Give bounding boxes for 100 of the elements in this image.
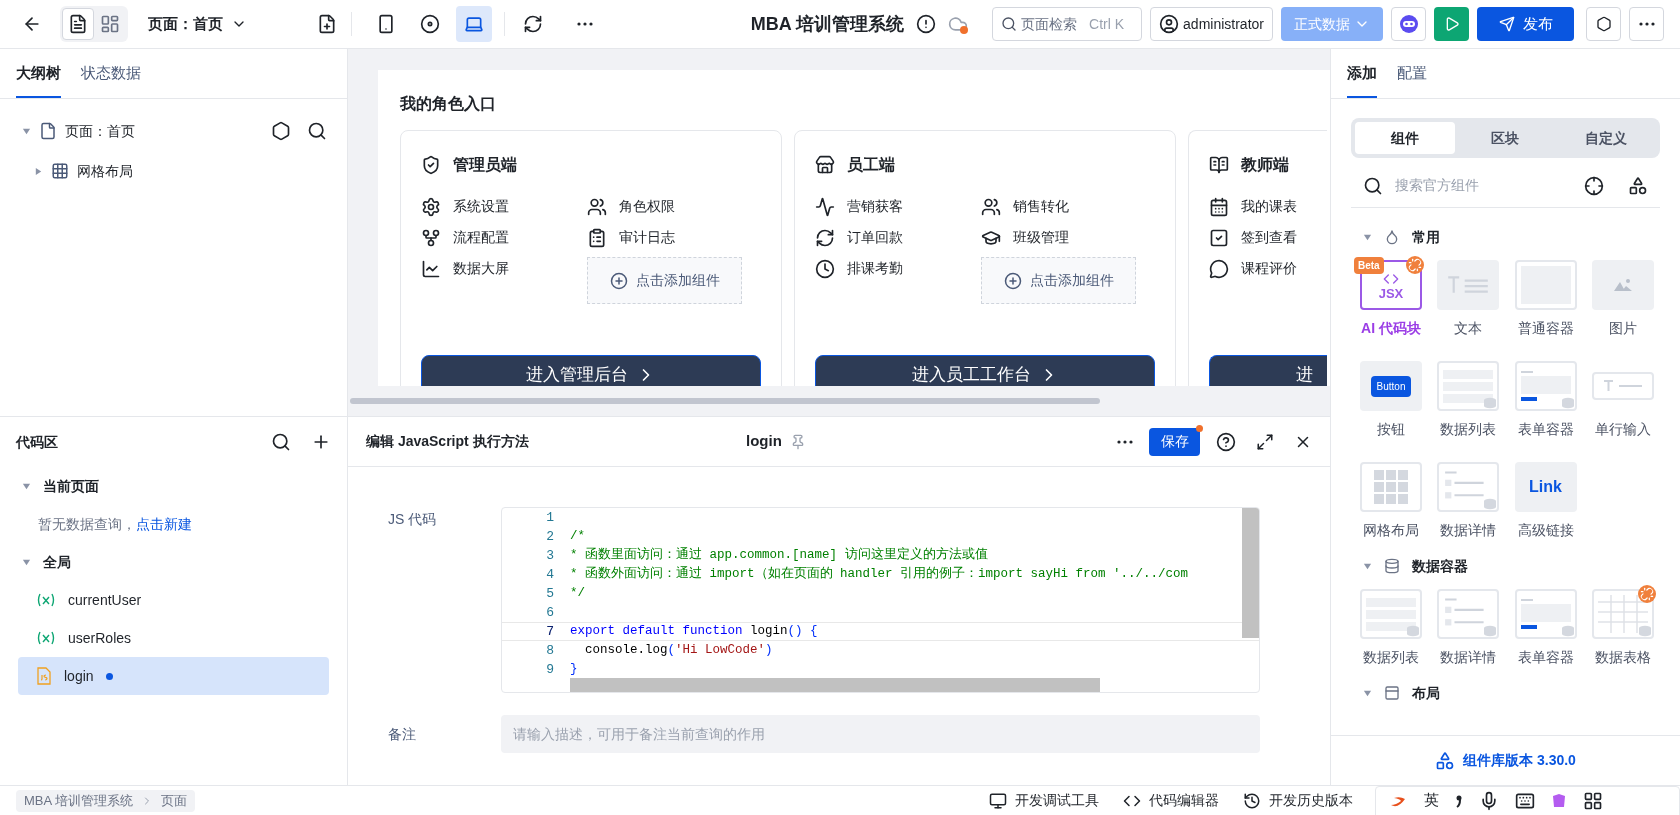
component-label[interactable]: 数据列表	[1363, 647, 1419, 668]
card-title: 员工端	[847, 155, 895, 175]
caret-down-icon[interactable]	[1363, 232, 1372, 242]
add-component-slot[interactable]: 点击添加组件	[587, 257, 742, 304]
more-icon[interactable]	[1117, 439, 1133, 444]
panel-tab[interactable]: 状态数据	[81, 61, 141, 98]
code-list-item[interactable]: currentUser	[18, 581, 329, 619]
expand-icon[interactable]	[1256, 432, 1274, 451]
search-icon[interactable]	[271, 432, 291, 452]
variable-icon	[36, 631, 56, 645]
component-label[interactable]: 表单容器	[1517, 647, 1574, 668]
shortcut-hint: Ctrl K	[1089, 14, 1125, 34]
code-editor[interactable]: 1 2 /* 3 * 函数里面访问：通过 app.common.[name] 访问这里定义的方法或值 4 * 函数外面访问：通过 import（如在页面的 handler 引用的例子：import sayHi from '../../com 5 */ 6 7 export default function login() { 8 console.log('Hi LowCode') 9 }	[501, 507, 1260, 693]
component-label[interactable]: 数据列表	[1440, 419, 1497, 440]
entry-link[interactable]: 角色权限	[619, 196, 675, 217]
component-label[interactable]: 文本	[1454, 318, 1483, 339]
component-label[interactable]: 高级链接	[1517, 520, 1574, 541]
caret-down-icon[interactable]	[1363, 688, 1372, 698]
entry-link[interactable]: 数据大屏	[453, 258, 509, 279]
group-title: 数据容器	[1412, 556, 1468, 576]
component-label[interactable]: 图片	[1608, 318, 1637, 339]
entry-link[interactable]: 系统设置	[453, 196, 509, 217]
clipboard-icon	[587, 227, 607, 248]
crosshair-icon[interactable]	[1584, 175, 1604, 196]
enter-button[interactable]: 进	[1209, 355, 1327, 386]
entry-link[interactable]: 课程评价	[1241, 258, 1297, 279]
book-icon	[1209, 155, 1229, 175]
panel-tab[interactable]: 大纲树	[16, 61, 61, 98]
user-button[interactable]: administrator	[1150, 7, 1273, 41]
group-title: 常用	[1412, 227, 1440, 247]
caret-down-icon[interactable]	[22, 126, 31, 136]
send-icon	[1498, 16, 1515, 32]
enter-button[interactable]: 进入管理后台	[421, 355, 761, 386]
scrollbar-thumb[interactable]	[350, 398, 1100, 404]
settings-icon[interactable]	[271, 121, 291, 141]
code-list-item[interactable]: login	[18, 657, 329, 695]
refresh-icon	[815, 227, 835, 248]
entry-link[interactable]: 审计日志	[619, 227, 675, 248]
breadcrumb-item[interactable]: 页面	[161, 790, 188, 811]
dev-tool-button[interactable]: 开发调试工具	[989, 790, 1099, 811]
component-label[interactable]: 数据表格	[1594, 647, 1651, 668]
segment-tab[interactable]: 自定义	[1555, 122, 1656, 154]
breadcrumb-item[interactable]: MBA 培训管理系统	[24, 790, 134, 811]
dev-tool-button[interactable]: 开发历史版本	[1243, 790, 1353, 811]
panel-tab[interactable]: 添加	[1347, 61, 1377, 98]
entry-link[interactable]: 排课考勤	[847, 258, 903, 279]
component-label[interactable]: 表单容器	[1517, 419, 1574, 440]
scrollbar-thumb[interactable]	[570, 678, 1100, 692]
entry-link[interactable]: 班级管理	[1013, 227, 1069, 248]
help-icon[interactable]	[1216, 431, 1236, 452]
component-search-field[interactable]: 搜索官方组件	[1395, 175, 1572, 196]
view-toggle[interactable]	[62, 8, 94, 40]
device-toggle[interactable]	[456, 6, 492, 42]
preview-button[interactable]	[1434, 7, 1469, 41]
caret-down-icon[interactable]	[22, 557, 31, 567]
component-label[interactable]: 单行输入	[1594, 419, 1651, 440]
component-label[interactable]: 按钮	[1377, 419, 1405, 440]
ime-mode[interactable]: 英	[1424, 789, 1439, 812]
add-component-slot[interactable]: 点击添加组件	[981, 257, 1136, 304]
entry-link[interactable]: 流程配置	[453, 227, 509, 248]
entry-link[interactable]: 营销获客	[847, 196, 903, 217]
tree-item[interactable]: 页面：首页	[65, 120, 135, 142]
search-input[interactable]: 页面检索	[1021, 13, 1086, 35]
entry-link[interactable]: 我的课表	[1241, 196, 1297, 217]
settings-button[interactable]	[1586, 7, 1621, 41]
app-title: MBA 培训管理系统	[750, 12, 905, 36]
publish-button[interactable]: 发布	[1477, 7, 1574, 41]
ai-assistant-button[interactable]	[1391, 7, 1426, 41]
pulse-icon	[815, 196, 835, 217]
more-icon	[577, 22, 593, 26]
page-selector[interactable]: 页面：首页	[148, 12, 247, 36]
shapes-icon[interactable]	[1628, 175, 1648, 196]
tree-item[interactable]: 网格布局	[77, 160, 133, 182]
entry-link[interactable]: 签到查看	[1241, 227, 1297, 248]
apps-grid-icon[interactable]	[1583, 790, 1603, 811]
alert-icon	[916, 14, 937, 34]
save-button[interactable]: 保存	[1149, 427, 1200, 456]
create-link[interactable]: 点击新建	[136, 515, 192, 532]
component-label[interactable]: 普通容器	[1517, 318, 1574, 339]
segment-tab[interactable]: 区块	[1455, 122, 1556, 154]
component-label[interactable]: 数据详情	[1440, 647, 1497, 668]
entry-link[interactable]: 订单回款	[847, 227, 903, 248]
microphone-icon[interactable]	[1479, 790, 1499, 811]
component-label[interactable]: 数据详情	[1440, 520, 1497, 541]
enter-button[interactable]: 进入员工工作台	[815, 355, 1155, 386]
dev-tool-button[interactable]: 代码编辑器	[1123, 790, 1219, 811]
entry-link[interactable]: 销售转化	[1013, 196, 1069, 217]
caret-down-icon[interactable]	[22, 481, 31, 491]
component-label[interactable]: AI 代码块	[1361, 318, 1421, 339]
caret-right-icon[interactable]	[34, 166, 43, 176]
search-icon[interactable]	[307, 121, 327, 141]
chart-icon	[421, 258, 441, 279]
code-list-item[interactable]: userRoles	[18, 619, 329, 657]
caret-down-icon[interactable]	[1363, 561, 1372, 571]
skin-icon	[1551, 792, 1567, 809]
panel-tab[interactable]: 配置	[1397, 61, 1427, 98]
segment-tab[interactable]: 组件	[1355, 122, 1456, 154]
note-field[interactable]: 请输入描述，可用于备注当前查询的作用	[501, 715, 1260, 753]
component-label[interactable]: 网格布局	[1363, 520, 1419, 541]
gear-icon	[421, 196, 441, 217]
